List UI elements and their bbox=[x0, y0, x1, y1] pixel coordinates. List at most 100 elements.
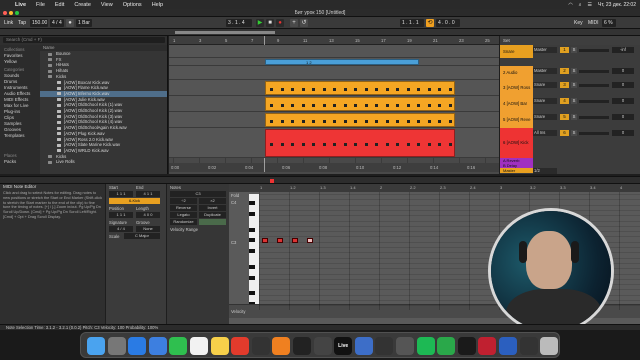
loop-length-field[interactable]: 4 . 0 . 0 bbox=[436, 19, 460, 27]
audio-clip[interactable] bbox=[265, 81, 455, 95]
search-icon[interactable]: ⌕ bbox=[579, 2, 582, 8]
app-icon-10[interactable] bbox=[519, 337, 538, 355]
solo-button[interactable]: S bbox=[571, 130, 577, 136]
automation-arm-button[interactable]: ↺ bbox=[300, 19, 308, 27]
notes-icon[interactable] bbox=[210, 337, 229, 355]
track-activator-button[interactable]: 2 bbox=[560, 68, 569, 74]
play-button[interactable]: ▶ bbox=[256, 19, 264, 27]
sidebar-item-plug-ins[interactable]: Plug-ins bbox=[4, 109, 20, 114]
track-activator-button[interactable]: 3 bbox=[560, 82, 569, 88]
acrobat-icon[interactable] bbox=[231, 337, 250, 355]
sidebar-item-instruments[interactable]: Instruments bbox=[4, 85, 28, 90]
black-key[interactable] bbox=[249, 249, 255, 253]
sidebar-item-sounds[interactable]: Sounds bbox=[4, 73, 19, 78]
trash-icon[interactable] bbox=[540, 337, 559, 355]
track-activator-button[interactable]: 4 bbox=[560, 98, 569, 104]
menu-view[interactable]: View bbox=[96, 2, 118, 8]
track-output-menu[interactable]: Snare bbox=[533, 114, 557, 120]
tempo-field[interactable]: 150.00 bbox=[30, 19, 48, 27]
sidebar-item-midi-effects[interactable]: MIDI Effects bbox=[4, 97, 28, 102]
time-ruler[interactable]: 0:00 0:02 0:04 0:06 0:08 0:10 0:12 0:14 0:16 bbox=[169, 163, 499, 172]
record-button[interactable]: ● bbox=[276, 19, 284, 27]
track-volume-field[interactable]: 0 bbox=[612, 68, 634, 74]
midi-map-button[interactable]: MIDI bbox=[586, 19, 600, 27]
wifi-icon[interactable]: ◠ bbox=[568, 2, 572, 8]
solo-button[interactable]: S bbox=[571, 68, 577, 74]
track-output-menu[interactable]: Snare bbox=[533, 98, 557, 104]
sidebar-item-grooves[interactable]: Grooves bbox=[4, 127, 21, 132]
clip-name-field[interactable]: 6-Kick bbox=[109, 198, 160, 204]
track-name[interactable]: 2 Audio bbox=[500, 66, 533, 80]
key-map-button[interactable]: Key bbox=[572, 19, 584, 27]
black-key[interactable] bbox=[249, 227, 255, 232]
mail-icon[interactable] bbox=[148, 337, 167, 355]
launchpad-icon[interactable] bbox=[107, 337, 126, 355]
sidebar-item-drums[interactable]: Drums bbox=[4, 79, 17, 84]
app-icon-3[interactable] bbox=[313, 337, 332, 355]
randomize-amount-field[interactable] bbox=[199, 219, 226, 225]
signature-field[interactable]: 4 / 4 bbox=[109, 226, 133, 232]
track-activator-button[interactable]: 1 bbox=[560, 47, 569, 53]
app-icon-8[interactable] bbox=[457, 337, 476, 355]
invert-button[interactable]: Invert bbox=[199, 205, 226, 211]
control-center-icon[interactable]: ☰ bbox=[588, 2, 592, 8]
solo-button[interactable]: S bbox=[571, 114, 577, 120]
beat-time-ruler[interactable]: 1 3 5 7 9 11 13 15 17 19 21 23 25 bbox=[169, 36, 499, 45]
track-name[interactable]: 3 [AOW] Ross bbox=[500, 80, 533, 96]
file-list-header[interactable]: Name bbox=[40, 45, 167, 51]
sidebar-item-favorites[interactable]: Favorites bbox=[4, 53, 23, 58]
time-signature-field[interactable]: 4 / 4 bbox=[50, 19, 64, 27]
groove-menu[interactable]: None bbox=[136, 226, 160, 232]
reverse-button[interactable]: Reverse bbox=[170, 205, 197, 211]
app-icon-4[interactable] bbox=[354, 337, 373, 355]
track-output-menu[interactable]: Master bbox=[533, 68, 557, 74]
black-key[interactable] bbox=[249, 211, 255, 216]
midi-note[interactable] bbox=[277, 238, 283, 243]
track-lane[interactable] bbox=[169, 45, 499, 58]
solo-button[interactable]: S bbox=[571, 98, 577, 104]
metronome-button[interactable]: ● bbox=[66, 19, 74, 27]
menubar-clock[interactable]: Чт, 23 дек. 22:02 bbox=[598, 2, 636, 8]
sidebar-item-packs[interactable]: Packs bbox=[4, 159, 16, 164]
app-icon-7[interactable] bbox=[437, 337, 456, 355]
photos-icon[interactable] bbox=[190, 337, 208, 355]
solo-button[interactable]: S bbox=[571, 82, 577, 88]
menu-options[interactable]: Options bbox=[118, 2, 147, 8]
midi-note-selected[interactable] bbox=[307, 238, 313, 243]
sidebar-item-yellow[interactable]: Yellow bbox=[4, 59, 17, 64]
menu-live[interactable]: Live bbox=[10, 2, 31, 8]
track-output-menu[interactable]: All Ins bbox=[533, 130, 557, 136]
track-activator-button[interactable]: 5 bbox=[560, 114, 569, 120]
live-icon[interactable]: Live bbox=[334, 337, 353, 355]
track-name[interactable]: Snare bbox=[500, 45, 533, 58]
track-name[interactable]: 6 [AOW] Kick bbox=[500, 128, 533, 158]
messages-icon[interactable] bbox=[169, 337, 188, 355]
solo-button[interactable]: S bbox=[571, 47, 577, 53]
app-icon-5[interactable] bbox=[375, 337, 394, 355]
double-button[interactable]: ×2 bbox=[199, 198, 226, 204]
audio-clip[interactable] bbox=[265, 113, 455, 127]
return-track-name[interactable]: Master bbox=[500, 168, 533, 173]
quantize-menu[interactable]: 1 Bar bbox=[76, 19, 92, 27]
randomize-button[interactable]: Randomize bbox=[170, 219, 197, 225]
halve-button[interactable]: ÷2 bbox=[170, 198, 197, 204]
track-volume-field[interactable]: 0 bbox=[612, 82, 634, 88]
audio-clip[interactable]: 1 2 bbox=[265, 59, 419, 65]
finder-icon[interactable] bbox=[87, 337, 105, 355]
black-key[interactable] bbox=[249, 238, 255, 243]
word-icon[interactable] bbox=[499, 337, 517, 355]
track-output-menu[interactable]: Master bbox=[533, 47, 557, 53]
stop-button[interactable]: ■ bbox=[266, 19, 274, 27]
track-name[interactable]: 5 [AOW] Reve bbox=[500, 112, 533, 128]
pitch-field[interactable]: C3 bbox=[170, 191, 226, 197]
track-volume-field[interactable]: 0 bbox=[612, 130, 634, 136]
link-button[interactable]: Link bbox=[2, 19, 14, 27]
audio-clip[interactable] bbox=[265, 97, 455, 111]
flstudio-icon[interactable] bbox=[272, 337, 291, 355]
sidebar-item-samples[interactable]: Samples bbox=[4, 121, 22, 126]
sidebar-item-max-for-live[interactable]: Max for Live bbox=[4, 103, 29, 108]
black-key[interactable] bbox=[249, 291, 255, 296]
app-icon-1[interactable] bbox=[251, 337, 270, 355]
menu-create[interactable]: Create bbox=[69, 2, 96, 8]
loop-switch[interactable]: ⟲ bbox=[426, 19, 434, 27]
